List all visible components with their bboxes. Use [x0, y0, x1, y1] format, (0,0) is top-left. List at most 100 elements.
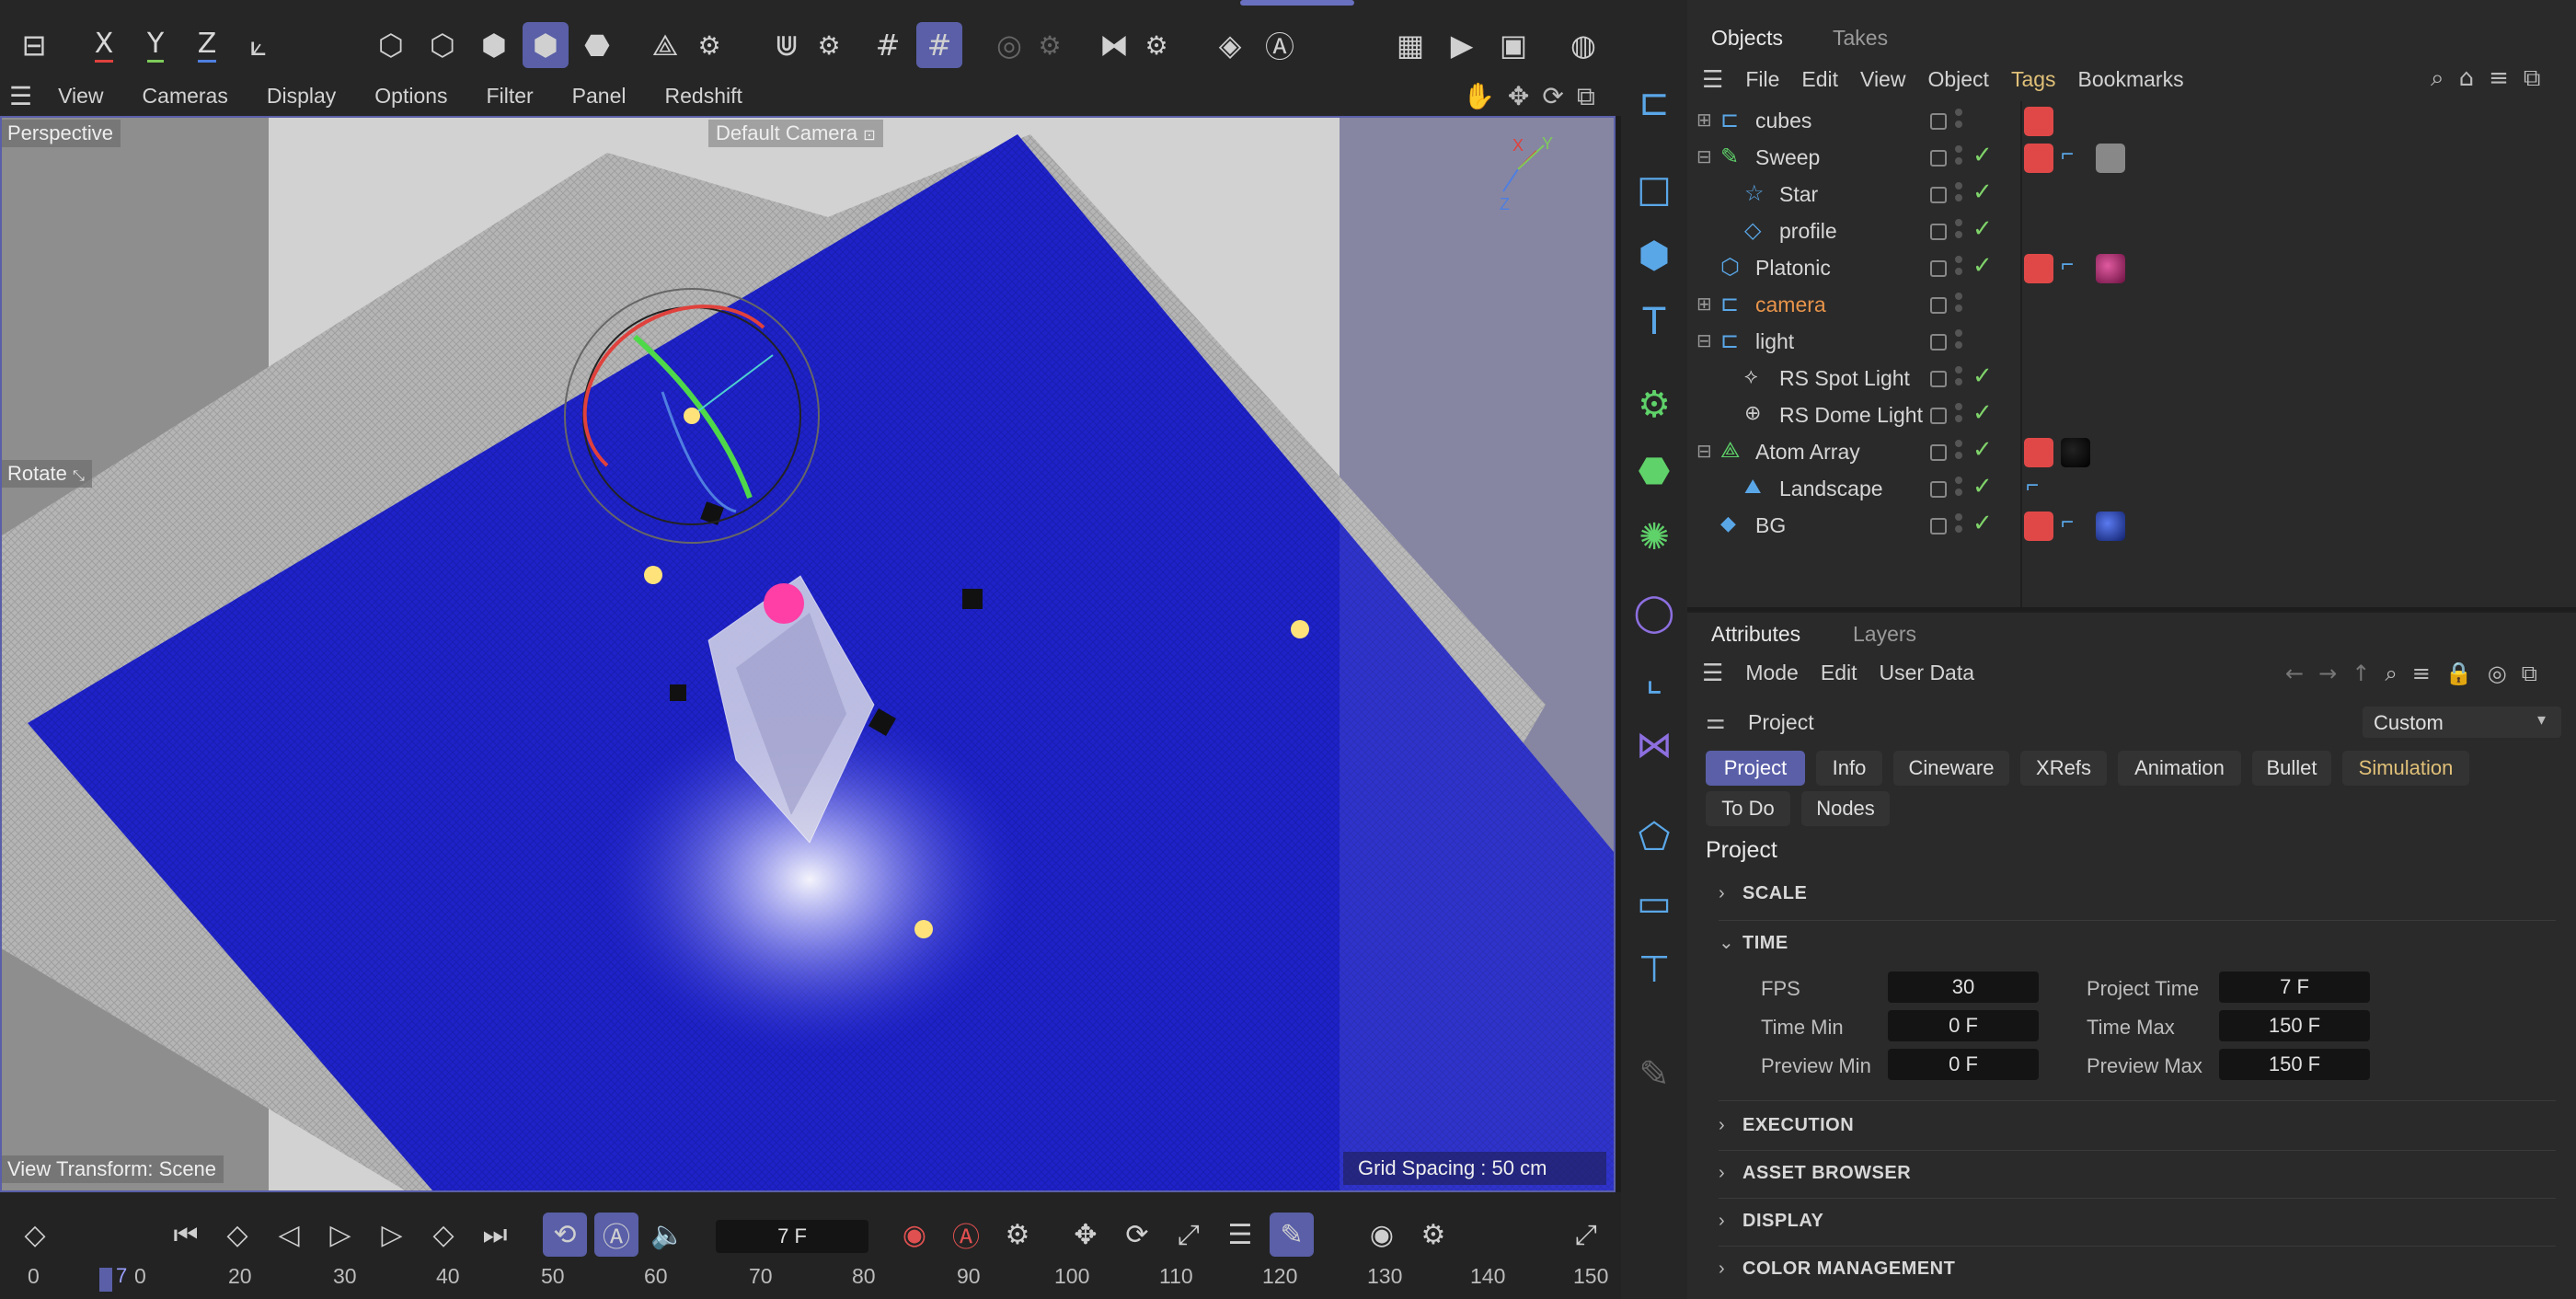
- next-key-icon[interactable]: ◇: [421, 1213, 466, 1257]
- soft-selection-icon[interactable]: ◎: [986, 22, 1032, 68]
- pill-simulation[interactable]: Simulation: [2342, 751, 2469, 786]
- gizmo-center-handle[interactable]: [684, 408, 700, 424]
- edges-mode-icon[interactable]: ⬡: [420, 22, 466, 68]
- object-row-light[interactable]: ⊟ ⊏ light: [1687, 324, 2570, 361]
- coordinate-system-icon[interactable]: ⟀: [236, 22, 282, 68]
- render-view-icon[interactable]: ▶: [1439, 22, 1485, 68]
- sound-icon[interactable]: 🔈: [646, 1213, 690, 1257]
- soft-selection-gear-icon[interactable]: ⚙: [1027, 22, 1073, 68]
- home-icon[interactable]: ⌂: [2459, 64, 2475, 93]
- attributes-menu-edit[interactable]: Edit: [1821, 661, 1857, 685]
- object-row-atom-array[interactable]: ⊟ ⟁ Atom Array ✓: [1687, 434, 2570, 471]
- object-name[interactable]: Star: [1779, 182, 1818, 207]
- collapse-minus-icon[interactable]: ⊟: [1696, 440, 1712, 463]
- pill-project[interactable]: Project: [1706, 751, 1805, 786]
- visibility-dots[interactable]: [1955, 477, 1964, 502]
- menu-display[interactable]: Display: [267, 84, 336, 109]
- perspective-label[interactable]: Perspective: [0, 120, 121, 147]
- expand-plus-icon[interactable]: ⊞: [1696, 293, 1712, 316]
- new-window-icon[interactable]: ⧉: [2524, 64, 2541, 93]
- symmetry-gear-icon[interactable]: ⚙: [1133, 22, 1179, 68]
- light-handle-3[interactable]: [914, 920, 933, 938]
- prev-key-icon[interactable]: ◇: [215, 1213, 259, 1257]
- enabled-check-icon[interactable]: ✓: [1972, 436, 1993, 464]
- edit-flag[interactable]: [1930, 150, 1947, 167]
- menu-cameras[interactable]: Cameras: [143, 84, 228, 109]
- enabled-check-icon[interactable]: ✓: [1972, 399, 1993, 427]
- text-icon[interactable]: T: [1621, 289, 1687, 355]
- null-object-icon[interactable]: ⊏: [1621, 70, 1687, 136]
- motion-icon[interactable]: ⋈: [1621, 712, 1687, 778]
- object-row-bg[interactable]: ◆ BG ✓ ⌐: [1687, 508, 2570, 545]
- points-mode-icon[interactable]: ⬡: [368, 22, 414, 68]
- default-camera-label[interactable]: Default Camera ⊡: [708, 120, 883, 147]
- red-cube-tag-icon[interactable]: [2024, 254, 2053, 283]
- object-row-cubes[interactable]: ⊞ ⊏ cubes: [1687, 103, 2570, 140]
- red-cube-tag-icon[interactable]: [2024, 512, 2053, 541]
- texture-mode-icon[interactable]: ⬣: [574, 22, 620, 68]
- generator-icon[interactable]: ⚙: [1621, 372, 1687, 438]
- attributes-menu-mode[interactable]: Mode: [1745, 661, 1799, 685]
- objects-menu-view[interactable]: View: [1860, 67, 1905, 92]
- edit-flag[interactable]: [1930, 187, 1947, 203]
- enabled-check-icon[interactable]: ✓: [1972, 473, 1993, 500]
- magenta-sphere-tag-icon[interactable]: [2096, 254, 2125, 283]
- render-region-icon[interactable]: ▦: [1387, 22, 1433, 68]
- snap-settings-gear-icon[interactable]: ⚙: [806, 22, 852, 68]
- menu-options[interactable]: Options: [374, 84, 447, 109]
- current-frame-field[interactable]: 7 F: [716, 1220, 868, 1253]
- texture-tag-icon[interactable]: [2096, 144, 2125, 173]
- menu-view[interactable]: View: [58, 84, 103, 109]
- visibility-icon[interactable]: ◈: [1207, 22, 1253, 68]
- edit-flag[interactable]: [1930, 481, 1947, 498]
- lock-icon[interactable]: 🔒: [2445, 661, 2473, 686]
- section-display[interactable]: › DISPLAY: [1719, 1211, 1823, 1232]
- render-settings-icon[interactable]: ▣: [1490, 22, 1536, 68]
- object-row-profile[interactable]: ◇ profile ✓: [1687, 213, 2570, 250]
- visibility-dots[interactable]: [1955, 293, 1964, 318]
- collapse-minus-icon[interactable]: ⊟: [1696, 145, 1712, 168]
- pan-hand-icon[interactable]: ✋: [1463, 81, 1495, 112]
- up-arrow-icon[interactable]: ↑: [2352, 661, 2370, 686]
- edit-flag[interactable]: [1930, 260, 1947, 277]
- axis-settings-gear-icon[interactable]: ⚙: [686, 22, 732, 68]
- menu-panel[interactable]: Panel: [572, 84, 627, 109]
- collapse-minus-icon[interactable]: ⊟: [1696, 329, 1712, 352]
- attributes-new-window-icon[interactable]: ⧉: [2522, 661, 2537, 686]
- enabled-check-icon[interactable]: ✓: [1972, 178, 1993, 206]
- maximize-view-icon[interactable]: ⧉: [1577, 81, 1595, 112]
- enabled-check-icon[interactable]: ✓: [1972, 142, 1993, 169]
- black-sphere-tag-icon[interactable]: [2061, 438, 2090, 467]
- red-cube-tag-icon[interactable]: [2024, 144, 2053, 173]
- play-icon[interactable]: ▷: [318, 1213, 362, 1257]
- pill-xrefs[interactable]: XRefs: [2020, 751, 2107, 786]
- edit-flag[interactable]: [1930, 113, 1947, 130]
- section-color-management[interactable]: › COLOR MANAGEMENT: [1719, 1259, 1955, 1280]
- timeline-expand-icon[interactable]: ⤢: [1564, 1213, 1608, 1257]
- object-name[interactable]: Platonic: [1755, 256, 1831, 281]
- visibility-dots[interactable]: [1955, 219, 1964, 245]
- red-cube-tag-icon[interactable]: [2024, 107, 2053, 136]
- time-min-field[interactable]: 0 F: [1888, 1010, 2039, 1041]
- object-name[interactable]: Sweep: [1755, 145, 1820, 170]
- flag-tag-icon[interactable]: ⌐: [2061, 252, 2074, 278]
- attributes-menu-user-data[interactable]: User Data: [1880, 661, 1975, 685]
- object-name[interactable]: profile: [1779, 219, 1837, 244]
- objects-menu-object[interactable]: Object: [1927, 67, 1988, 92]
- red-cube-tag-icon[interactable]: [2024, 438, 2053, 467]
- light-handle-1[interactable]: [644, 566, 662, 584]
- model-mode-icon[interactable]: ⬢: [523, 22, 569, 68]
- fps-field[interactable]: 30: [1888, 971, 2039, 1003]
- key-position-icon[interactable]: ✥: [1064, 1213, 1108, 1257]
- attributes-search-icon[interactable]: ⌕: [2385, 661, 2397, 686]
- visibility-dots[interactable]: [1955, 403, 1964, 429]
- go-to-start-icon[interactable]: ⏮: [164, 1213, 208, 1257]
- back-arrow-icon[interactable]: ←: [2285, 661, 2304, 686]
- axis-modify-icon[interactable]: ⟁: [642, 22, 688, 68]
- enabled-check-icon[interactable]: ✓: [1972, 510, 1993, 537]
- symmetry-icon[interactable]: ⧓: [1091, 22, 1137, 68]
- section-scale[interactable]: › SCALE: [1719, 883, 1807, 904]
- edit-pencil-icon[interactable]: ✎: [1621, 1041, 1687, 1108]
- snap-magnet-icon[interactable]: ⋓: [764, 22, 810, 68]
- preview-max-field[interactable]: 150 F: [2219, 1049, 2370, 1080]
